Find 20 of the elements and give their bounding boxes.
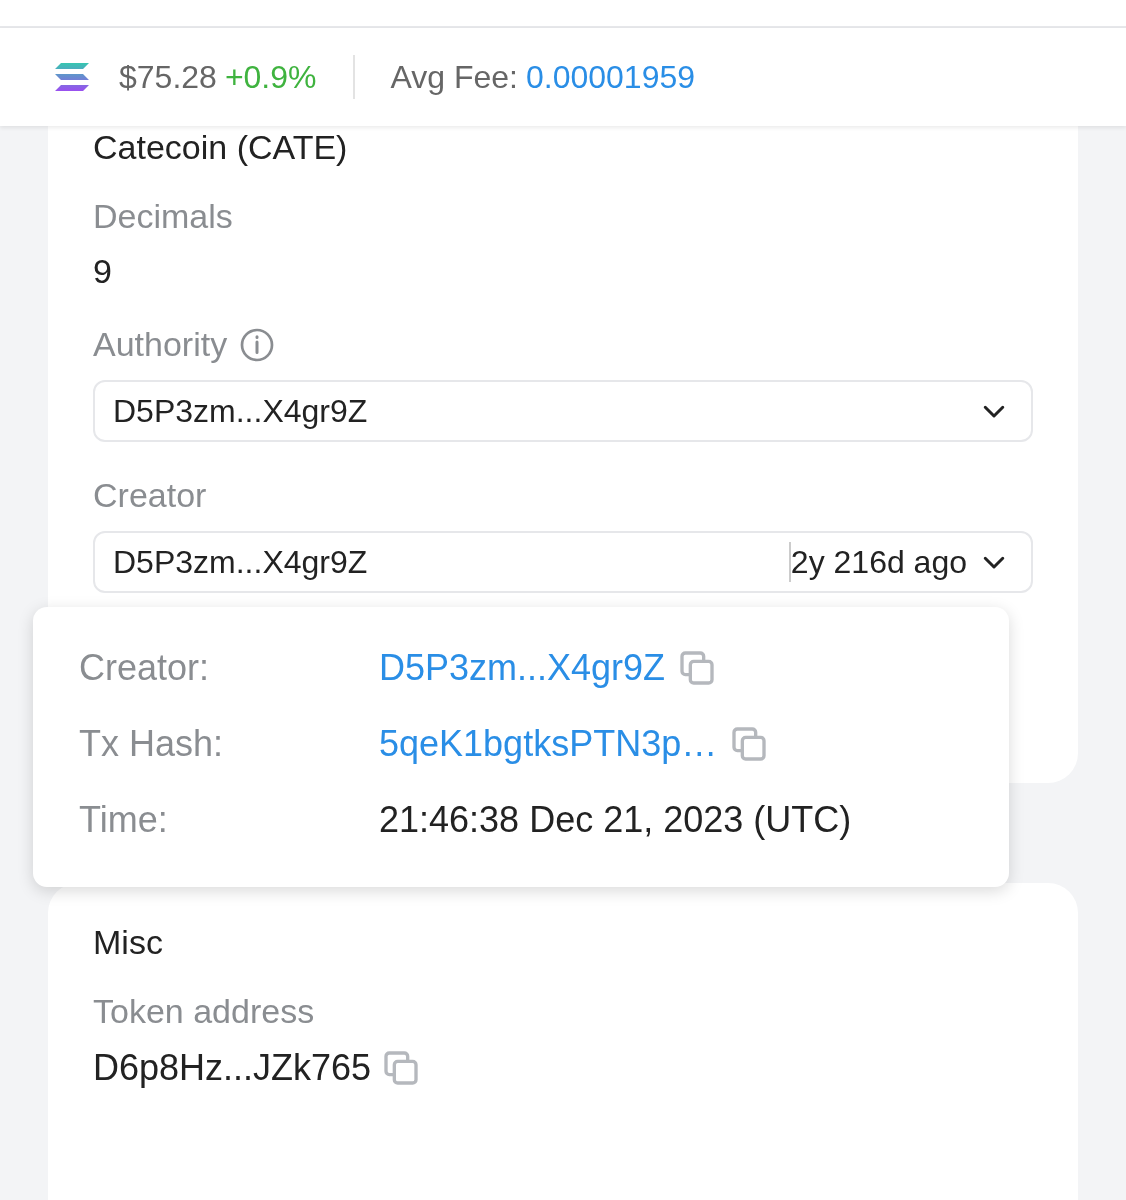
field-label: Creator [93, 476, 207, 515]
price-text: $75.28 [119, 58, 217, 96]
address-dropdown[interactable]: D5P3zm...X4gr9Z 2y 216d ago [93, 531, 1033, 593]
fee-value: 0.00001959 [526, 58, 696, 96]
detail-label: Time: [79, 799, 169, 841]
detail-label: Creator: [79, 647, 211, 689]
info-icon[interactable] [239, 326, 276, 363]
section-title: Misc [93, 923, 164, 962]
field-label: Decimals [93, 197, 233, 236]
price-change-text: +0.9% [224, 58, 317, 96]
address-dropdown[interactable]: D5P3zm...X4gr9Z [93, 380, 1033, 442]
field-value: 9 [93, 252, 113, 291]
field-label: Token address [93, 992, 315, 1031]
field-value: D6p8Hz...JZk765 [93, 1047, 372, 1089]
fee-label: Avg Fee: [390, 58, 518, 96]
logo-icon [55, 63, 89, 91]
detail-value: 21:46:38 Dec 21, 2023 (UTC) [379, 799, 852, 841]
detail-label: Tx Hash: [79, 723, 225, 765]
field-label: Authority [93, 325, 228, 364]
token-name: Catecoin (CATE) [93, 127, 349, 167]
